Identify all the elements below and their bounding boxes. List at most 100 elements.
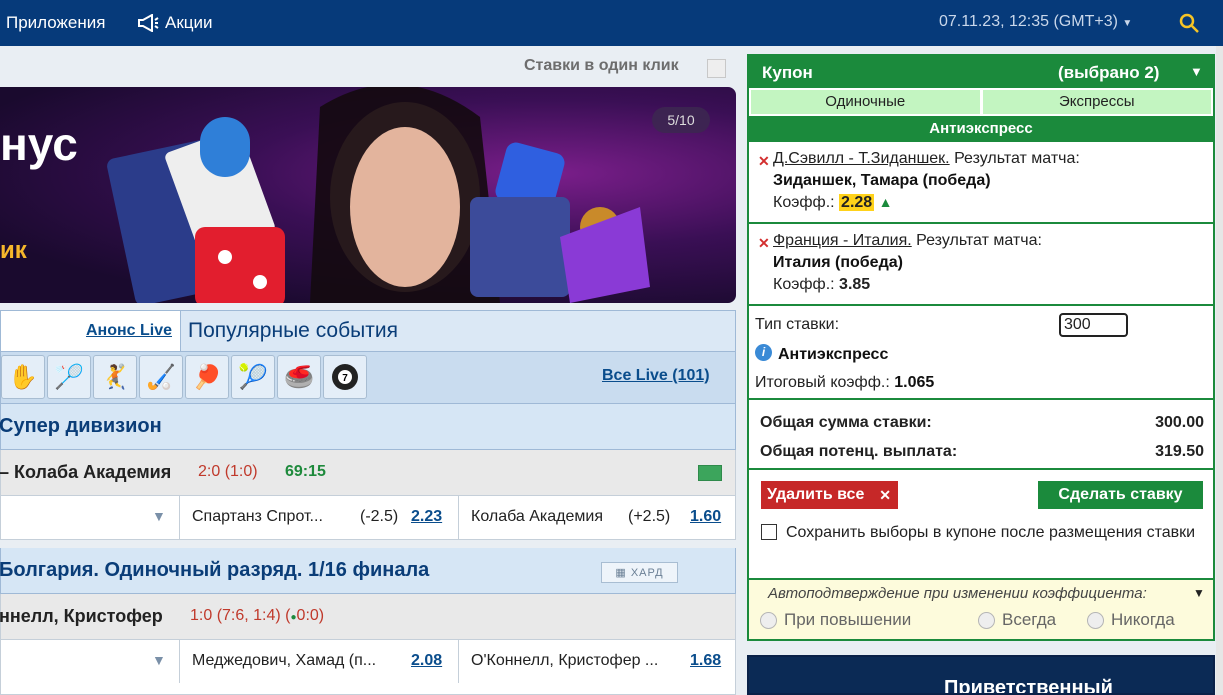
bet-type-label: Тип ставки:	[755, 316, 840, 333]
league-header[interactable]: Болгария. Одиночный разряд. 1/16 финала …	[0, 548, 736, 594]
tab-express[interactable]: Экспрессы	[982, 90, 1211, 114]
match-teams: ннелл, Кристофер	[0, 606, 163, 626]
coupon-title: Купон	[762, 63, 813, 82]
bet-coef: 3.85	[839, 276, 871, 293]
search-icon[interactable]	[1178, 12, 1200, 34]
remove-bet-icon[interactable]: ✕	[758, 153, 770, 170]
bowls-icon[interactable]: 🥌	[277, 355, 321, 399]
field-icon[interactable]	[698, 465, 722, 481]
match-score-game: 0:0)	[296, 607, 325, 624]
odds-name: Спартанз Спрот...	[192, 508, 323, 525]
bet-event-link[interactable]: Д.Сэвилл - Т.Зиданшек.	[773, 150, 950, 167]
odds-cell[interactable]: О'Коннелл, Кристофер ... 1.68	[458, 640, 737, 683]
match-score: 2:0 (1:0)	[198, 463, 258, 480]
chevron-down-icon[interactable]: ▼	[152, 508, 166, 524]
delete-all-button[interactable]: Удалить все ✕	[761, 481, 898, 509]
tab-live-label: Анонс Live	[85, 322, 172, 339]
odds-handicap: (-2.5)	[360, 508, 399, 525]
bet-event: Д.Сэвилл - Т.Зиданшек. Результат матча:	[773, 150, 1080, 168]
remove-bet-icon[interactable]: ✕	[758, 235, 770, 252]
chevron-down-icon[interactable]: ▼	[152, 652, 166, 668]
total-coef-label: Итоговый коэфф.:	[755, 374, 895, 391]
radio-on-increase[interactable]: При повышении	[760, 610, 911, 630]
close-icon: ✕	[879, 487, 891, 503]
promo-bottom-banner[interactable]: Приветственный	[747, 655, 1215, 695]
radio-on-increase-label: При повышении	[784, 610, 912, 629]
match-time: 69:15	[285, 463, 326, 480]
bet-pick: Италия (победа)	[773, 254, 903, 271]
odds-cell[interactable]: Спартанз Спрот... (-2.5) 2.23	[179, 496, 458, 539]
bet-market: Результат матча:	[949, 150, 1080, 167]
handball-icon[interactable]: 🤾	[93, 355, 137, 399]
table-tennis-icon[interactable]: 🏓	[185, 355, 229, 399]
bet-type-section: Тип ставки: 300 i Антиэкспресс Итоговый …	[749, 306, 1213, 400]
radio-always[interactable]: Всегда	[978, 610, 1056, 630]
page-scrollbar[interactable]	[1216, 46, 1223, 695]
info-icon[interactable]: i	[755, 344, 772, 361]
save-selections-checkbox[interactable]	[761, 524, 777, 540]
radio-never[interactable]: Никогда	[1087, 610, 1175, 630]
tab-antiexpress[interactable]: Антиэкспресс	[749, 116, 1213, 142]
bet-type-value: Антиэкспресс	[778, 346, 889, 363]
bet-event-link[interactable]: Франция - Италия.	[773, 232, 912, 249]
bet-event: Франция - Италия. Результат матча:	[773, 232, 1042, 250]
one-click-label: Ставки в один клик	[524, 57, 679, 74]
datetime-label: 07.11.23, 12:35 (GMT+3)	[939, 13, 1118, 30]
match-row[interactable]: – Колаба Академия 2:0 (1:0) 69:15	[0, 450, 736, 496]
match-score: 1:0 (7:6, 1:4) (●0:0)	[190, 607, 324, 625]
league-header[interactable]: Супер дивизион	[0, 404, 736, 450]
volleyball-icon[interactable]: ✋	[1, 355, 45, 399]
total-coef-value: 1.065	[894, 374, 935, 391]
radio-always-label: Всегда	[1002, 610, 1057, 629]
total-stake-value: 300.00	[1155, 414, 1204, 431]
court-icon: ▦	[615, 567, 627, 579]
odds-row: ▼ Меджедович, Хамад (п... 2.08 О'Коннелл…	[0, 640, 736, 695]
tab-popular-events[interactable]: Популярные события	[188, 319, 398, 343]
stake-input[interactable]: 300	[1059, 313, 1128, 337]
coupon-header[interactable]: Купон (выбрано 2) ▼	[749, 56, 1213, 88]
all-live-link[interactable]: Все Live (101)	[602, 367, 710, 385]
match-row[interactable]: ннелл, Кристофер 1:0 (7:6, 1:4) (●0:0)	[0, 594, 736, 640]
billiards-icon[interactable]: 7	[323, 355, 367, 399]
place-bet-button[interactable]: Сделать ставку	[1038, 481, 1203, 509]
odds-value[interactable]: 1.60	[690, 508, 721, 526]
arrow-up-icon: ▲	[878, 194, 893, 210]
promo-banner[interactable]: нус ик 5/10 ‹ ›	[0, 87, 736, 303]
radio-circle	[978, 611, 995, 629]
chevron-down-icon[interactable]: ▼	[1190, 64, 1203, 79]
hockey-icon[interactable]: 🏑	[139, 355, 183, 399]
odds-row: ▼ Спартанз Спрот... (-2.5) 2.23 Колаба А…	[0, 496, 736, 540]
tab-live-announce[interactable]: Анонс Live	[1, 311, 181, 351]
surface-badge: ▦ ХАРД	[601, 562, 678, 583]
bet-coupon: Купон (выбрано 2) ▼ Одиночные Экспрессы …	[747, 54, 1215, 641]
bet-market: Результат матча:	[911, 232, 1042, 249]
squash-icon[interactable]: 🎾	[231, 355, 275, 399]
league-title: Болгария. Одиночный разряд. 1/16 финала	[0, 559, 430, 581]
nav-apps-link[interactable]: Приложения	[6, 13, 105, 33]
odds-value[interactable]: 2.23	[411, 508, 442, 526]
datetime-dropdown[interactable]: 07.11.23, 12:35 (GMT+3) ▼	[939, 13, 1132, 31]
odds-value[interactable]: 1.68	[690, 652, 721, 670]
banner-slide-counter: 5/10	[652, 107, 710, 133]
banner-title: нус	[0, 118, 78, 170]
top-nav-bar: Приложения Акции 07.11.23, 12:35 (GMT+3)…	[0, 0, 1223, 46]
odds-cell[interactable]: Колаба Академия (+2.5) 1.60	[458, 496, 737, 539]
chevron-down-icon[interactable]: ▼	[1193, 586, 1205, 600]
odds-value[interactable]: 2.08	[411, 652, 442, 670]
nav-promo-link[interactable]: Акции	[137, 13, 213, 33]
sports-filter-bar: ✋ 🏸 🤾 🏑 🏓 🎾 🥌 7 Все Live (101)	[0, 352, 736, 404]
nav-promo-label: Акции	[165, 13, 213, 32]
chevron-down-icon: ▼	[1122, 18, 1133, 29]
promo-bottom-text: Приветственный	[944, 677, 1113, 695]
badminton-icon[interactable]: 🏸	[47, 355, 91, 399]
odds-name: Колаба Академия	[471, 508, 603, 525]
svg-text:7: 7	[342, 373, 348, 384]
megaphone-icon	[138, 14, 159, 32]
bet-coef-label: Коэфф.:	[773, 276, 840, 293]
tab-single[interactable]: Одиночные	[751, 90, 980, 114]
radio-never-label: Никогда	[1111, 610, 1175, 629]
bet-pick: Зиданшек, Тамара (победа)	[773, 172, 991, 189]
odds-cell[interactable]: Меджедович, Хамад (п... 2.08	[179, 640, 458, 683]
one-click-checkbox[interactable]	[707, 59, 726, 78]
match-score-main: 1:0 (7:6, 1:4) (	[190, 607, 291, 624]
